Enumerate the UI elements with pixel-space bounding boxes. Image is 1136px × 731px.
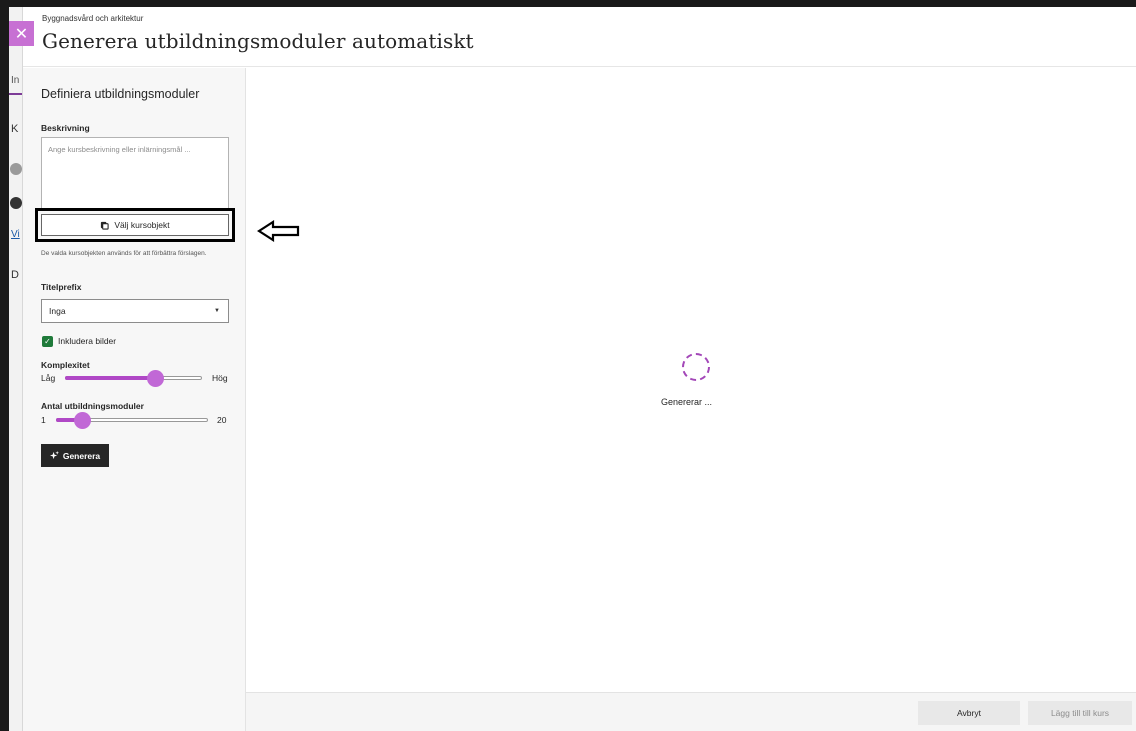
title-prefix-label: Titelprefix xyxy=(41,282,82,292)
chevron-down-icon: ▼ xyxy=(214,308,220,314)
background-fragment: Vi xyxy=(11,229,20,240)
complexity-slider-thumb[interactable] xyxy=(147,370,165,387)
background-tab-indicator xyxy=(9,93,22,95)
panel-title: Definiera utbildningsmoduler xyxy=(41,87,200,101)
screen-frame-top xyxy=(0,0,1136,7)
module-count-min-label: 1 xyxy=(41,415,46,425)
description-label: Beskrivning xyxy=(41,123,90,133)
modal-header: Byggnadsvård och arkitektur Generera utb… xyxy=(23,7,1136,67)
checkmark-icon: ✓ xyxy=(44,337,51,346)
description-textarea[interactable]: Ange kursbeskrivning eller inlärningsmål… xyxy=(41,137,229,209)
module-count-label: Antal utbildningsmoduler xyxy=(41,401,144,411)
loading-text: Genererar ... xyxy=(661,397,713,407)
cancel-button[interactable]: Avbryt xyxy=(918,701,1020,725)
select-objects-hint: De valda kursobjekten används för att fö… xyxy=(41,250,207,257)
breadcrumb: Byggnadsvård och arkitektur xyxy=(42,14,144,23)
screen-frame-left xyxy=(0,0,9,731)
add-to-course-button[interactable]: Lägg till till kurs xyxy=(1028,701,1132,725)
annotation-arrow-icon xyxy=(257,220,300,242)
copy-icon xyxy=(101,221,109,230)
complexity-slider-fill xyxy=(65,376,156,380)
background-avatar xyxy=(10,163,22,175)
complexity-min-label: Låg xyxy=(41,373,56,383)
page-title: Generera utbildningsmoduler automatiskt xyxy=(42,29,474,53)
complexity-label: Komplexitet xyxy=(41,360,90,370)
module-count-max-label: 20 xyxy=(217,415,227,425)
modal-footer: Avbryt Lägg till till kurs xyxy=(246,692,1136,731)
complexity-slider-track[interactable] xyxy=(65,376,202,380)
title-prefix-select[interactable]: Inga ▼ xyxy=(41,299,229,323)
generate-button[interactable]: Generera xyxy=(41,444,109,467)
generate-modules-modal: Byggnadsvård och arkitektur Generera utb… xyxy=(23,7,1136,731)
loading-spinner-icon xyxy=(682,353,710,381)
background-fragment: D xyxy=(11,269,19,281)
generate-button-label: Generera xyxy=(62,450,101,461)
background-fragment: In xyxy=(11,75,20,86)
close-button[interactable]: ✕ xyxy=(9,21,34,46)
description-placeholder: Ange kursbeskrivning eller inlärningsmål… xyxy=(48,145,191,154)
background-page-strip: In K Vi D xyxy=(9,7,23,731)
module-count-slider-thumb[interactable] xyxy=(73,412,91,429)
title-prefix-value: Inga xyxy=(49,306,66,316)
close-icon: ✕ xyxy=(14,25,29,43)
settings-panel: Definiera utbildningsmoduler Beskrivning… xyxy=(23,68,246,731)
complexity-max-label: Hög xyxy=(212,373,228,383)
background-fragment: K xyxy=(11,123,19,135)
include-images-checkbox[interactable]: ✓ xyxy=(42,336,53,347)
select-course-objects-button[interactable]: Välj kursobjekt xyxy=(41,214,229,236)
background-avatar xyxy=(10,197,22,209)
select-course-objects-label: Välj kursobjekt xyxy=(114,220,170,230)
sparkle-icon xyxy=(49,451,59,460)
include-images-label: Inkludera bilder xyxy=(58,336,117,346)
